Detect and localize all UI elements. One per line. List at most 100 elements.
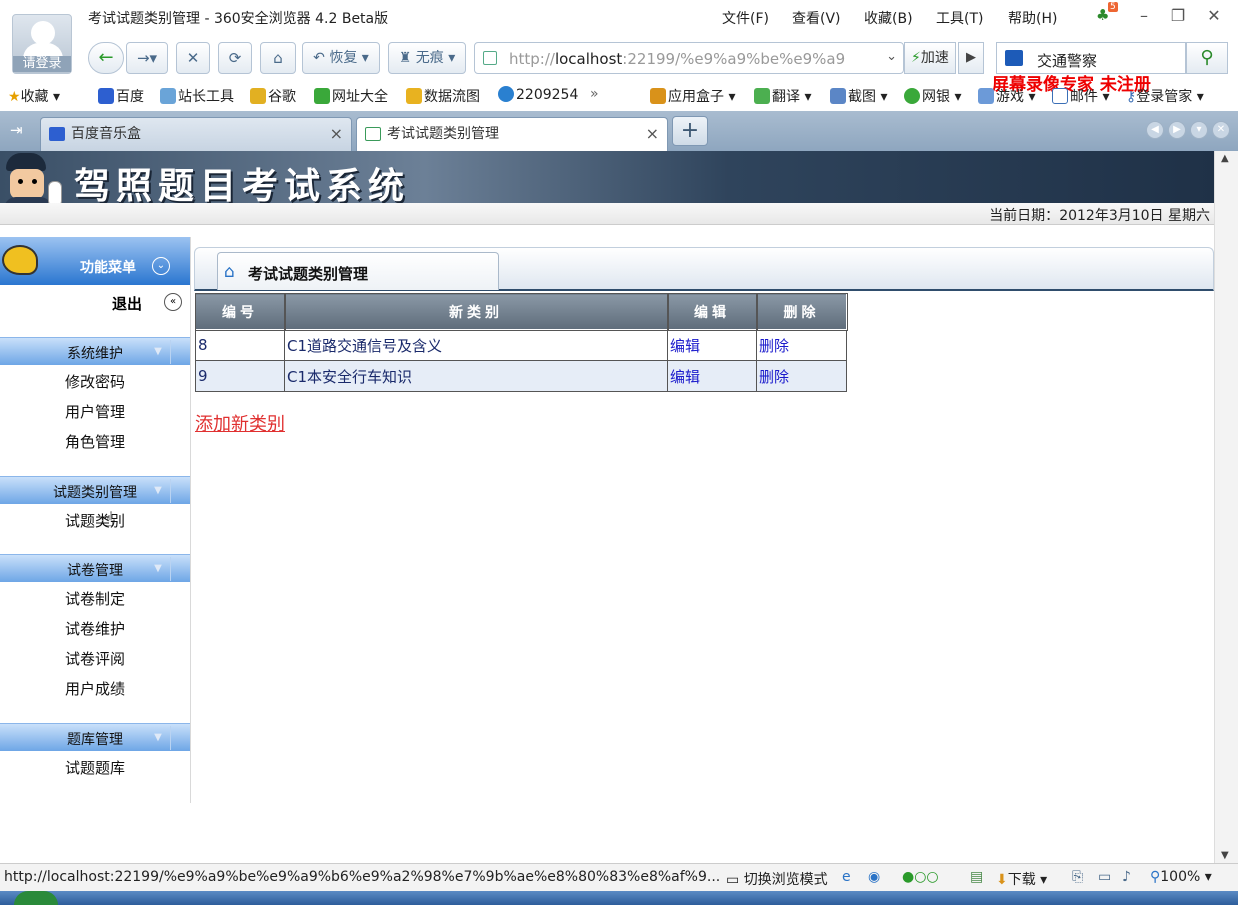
cell-edit: 编辑 [667, 360, 757, 392]
vertical-scrollbar[interactable]: ▲ ▼ [1214, 151, 1238, 863]
table-header-row: 编号 新类别 编辑 删除 [194, 292, 848, 331]
edit-link[interactable]: 编辑 [670, 368, 700, 386]
main-panel-tab: ⌂ 考试试题类别管理 [217, 252, 499, 290]
edit-link[interactable]: 编辑 [670, 337, 700, 355]
minimize-icon[interactable]: – [1134, 6, 1154, 25]
hand-cursor-icon: ☝ [102, 507, 115, 531]
start-button[interactable] [14, 891, 58, 905]
close-window-icon[interactable]: ✕ [1204, 6, 1224, 25]
window-icon[interactable]: ▭ [1098, 869, 1111, 885]
favorites-menu[interactable]: ★收藏 ▾ [8, 86, 60, 106]
address-bar[interactable]: http://localhost:22199/%e9%a9%be%e9%a9 ⌄ [474, 42, 904, 74]
screenshot-menu[interactable]: 截图 ▾ [830, 86, 887, 106]
search-engine-icon[interactable] [1005, 50, 1023, 66]
sidebar: 功能菜单 ⌄ 退出 « 系统维护 ▼ 修改密码 用户管理 角色管理 试题类别管理… [0, 237, 191, 803]
add-category-link[interactable]: 添加新类别 [195, 410, 285, 436]
group-system-maintenance[interactable]: 系统维护 ▼ [0, 337, 190, 365]
baidu-icon [49, 127, 65, 141]
fav-baidu[interactable]: 百度 [98, 86, 144, 106]
new-tab-button[interactable]: + [672, 116, 708, 146]
search-icon[interactable]: ⚲ [1186, 42, 1228, 74]
sidebar-item-maintain-paper[interactable]: 试卷维护 [0, 618, 190, 639]
login-manager-menu[interactable]: ⚷登录管家 ▾ [1126, 86, 1204, 106]
download-button[interactable]: ⬇下载 ▾ [996, 869, 1047, 889]
chevron-down-icon[interactable]: ▼ [148, 342, 168, 362]
tab-baidu-music[interactable]: 百度音乐盒 × [40, 117, 352, 151]
tab-list-icon[interactable]: ▾ [1190, 121, 1208, 139]
incognito-button[interactable]: ♜ 无痕 ▾ [388, 42, 466, 74]
sidebar-item-role-management[interactable]: 角色管理 [0, 431, 190, 452]
close-tab-icon[interactable]: × [330, 118, 343, 150]
group-question-bank[interactable]: 题库管理 ▼ [0, 723, 190, 751]
tab-prev-icon[interactable]: ◀ [1146, 121, 1164, 139]
restore-button[interactable]: ↶ 恢复 ▾ [302, 42, 380, 74]
fav-webmaster-tools[interactable]: 站长工具 [160, 86, 234, 106]
switch-mode-button[interactable]: ▭ 切换浏览模式 [726, 869, 828, 889]
sidebar-item-question-bank[interactable]: 试题题库 [0, 757, 190, 778]
divider [170, 726, 171, 750]
tab-category-manage[interactable]: 考试试题类别管理 × [356, 117, 668, 151]
category-table: 编号 新类别 编辑 删除 8 C1道路交通信号及含义 编辑 删除 9 C1本安全… [194, 292, 848, 392]
forward-icon[interactable]: →▾ [126, 42, 168, 74]
exit-row[interactable]: 退出 « [0, 287, 190, 317]
function-menu-header[interactable]: 功能菜单 ⌄ [0, 237, 190, 285]
address-dropdown-icon[interactable]: ⌄ [886, 49, 897, 64]
home-icon[interactable]: ⌂ [260, 42, 296, 74]
menu-file[interactable]: 文件(F) [722, 8, 769, 28]
security-icon[interactable]: ◉ [868, 869, 880, 885]
tab-close-all-icon[interactable]: ✕ [1212, 121, 1230, 139]
menu-tools[interactable]: 工具(T) [936, 8, 983, 28]
chevron-down-icon[interactable]: ▼ [148, 559, 168, 579]
chevron-down-icon[interactable]: ▼ [148, 481, 168, 501]
sidebar-toggle-icon[interactable]: ⇥ [10, 121, 23, 139]
translate-menu[interactable]: 翻译 ▾ [754, 86, 811, 106]
sidebar-item-user-management[interactable]: 用户管理 [0, 401, 190, 422]
refresh-icon[interactable]: ⟳ [218, 42, 252, 74]
delete-link[interactable]: 删除 [759, 337, 789, 355]
scroll-down-icon[interactable]: ▼ [1221, 850, 1229, 861]
sidebar-item-user-scores[interactable]: 用户成绩 [0, 678, 190, 699]
chevron-down-icon[interactable]: ▼ [148, 728, 168, 748]
stop-icon[interactable]: ✕ [176, 42, 210, 74]
favorites-more[interactable]: » [590, 86, 599, 102]
fav-dataflow[interactable]: 数据流图 [406, 86, 480, 106]
sidebar-item-question-category[interactable]: 试题类别 [0, 510, 190, 531]
fav-label: 2209254 [516, 87, 579, 103]
mail-menu[interactable]: 邮件 ▾ [1052, 86, 1109, 106]
menu-favorites[interactable]: 收藏(B) [864, 8, 913, 28]
restore-icon[interactable]: ❐ [1168, 6, 1188, 25]
close-tab-icon[interactable]: × [646, 118, 659, 150]
double-chevron-left-icon[interactable]: « [164, 293, 182, 311]
app-box-menu[interactable]: 应用盒子 ▾ [650, 86, 735, 106]
group-exam-paper[interactable]: 试卷管理 ▼ [0, 554, 190, 582]
clip-icon[interactable]: ⎘ [1072, 869, 1083, 885]
delete-link[interactable]: 删除 [759, 368, 789, 386]
sidebar-item-review-paper[interactable]: 试卷评阅 [0, 648, 190, 669]
zoom-control[interactable]: ⚲100% ▾ [1150, 869, 1212, 885]
scroll-up-icon[interactable]: ▲ [1221, 153, 1229, 164]
games-menu[interactable]: 游戏 ▾ [978, 86, 1035, 106]
back-icon[interactable]: ← [88, 42, 124, 74]
fav-2209254[interactable]: 2209254 [498, 86, 578, 103]
accelerate-button[interactable]: ⚡加速 [904, 42, 956, 74]
play-icon[interactable]: ▶ [958, 42, 984, 74]
toggle-icon[interactable]: ●○○ [902, 869, 939, 885]
fav-web-directory[interactable]: 网址大全 [314, 86, 388, 106]
sidebar-item-create-paper[interactable]: 试卷制定 [0, 588, 190, 609]
volume-icon[interactable]: ♪ [1122, 869, 1131, 885]
bank-menu[interactable]: 网银 ▾ [904, 86, 961, 106]
ie-icon[interactable]: e [842, 869, 851, 885]
exit-link[interactable]: 退出 [112, 293, 142, 314]
menu-view[interactable]: 查看(V) [792, 8, 841, 28]
address-text[interactable]: http://localhost:22199/%e9%a9%be%e9%a9 [509, 50, 869, 68]
fav-google[interactable]: 谷歌 [250, 86, 296, 106]
search-input[interactable]: 交通警察 [1037, 50, 1097, 71]
sidebar-item-change-password[interactable]: 修改密码 [0, 371, 190, 392]
collapse-icon[interactable]: ⌄ [152, 257, 170, 275]
tab-next-icon[interactable]: ▶ [1168, 121, 1186, 139]
notification-icon[interactable]: ♣ 5 [1096, 2, 1118, 24]
group-question-category[interactable]: 试题类别管理 ▼ [0, 476, 190, 504]
tools-icon[interactable]: ▤ [970, 869, 983, 885]
url-host: localhost [554, 50, 623, 68]
menu-help[interactable]: 帮助(H) [1008, 8, 1057, 28]
